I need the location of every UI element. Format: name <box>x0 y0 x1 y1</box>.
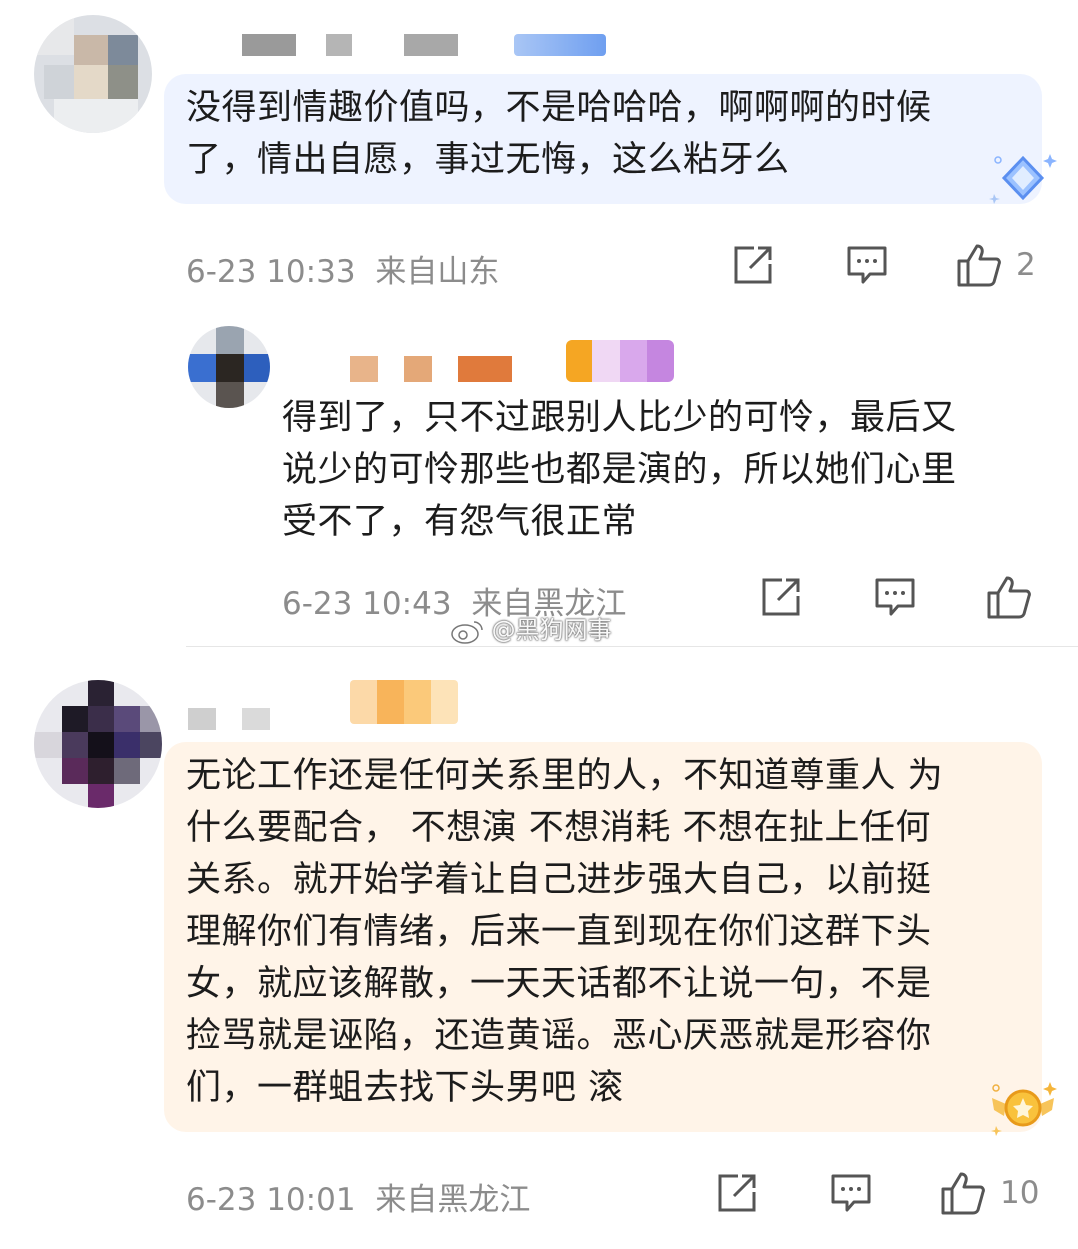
share-button[interactable] <box>760 576 802 618</box>
comment-text: 无论工作还是任何关系里的人，不知道尊重人 为 什么要配合， 不想演 不想消耗 不… <box>186 756 944 1108</box>
like-count: 2 <box>1016 247 1036 283</box>
share-icon <box>718 1174 756 1212</box>
share-icon <box>734 246 772 284</box>
divider <box>186 646 1078 647</box>
comment-location: 来自山东 <box>375 254 500 290</box>
comment-icon <box>831 1174 871 1212</box>
comment-text: 得到了，只不过跟别人比少的可怜，最后又 说少的可怜那些也都是演的，所以她们心里 … <box>282 398 957 542</box>
watermark: @黑狗网事 <box>450 610 612 645</box>
diamond-badge-icon <box>989 154 1057 204</box>
comment-button[interactable] <box>846 244 888 286</box>
comment-icon <box>875 578 915 616</box>
comment-time: 6-23 10:33 <box>186 254 356 290</box>
avatar[interactable] <box>34 680 162 808</box>
thumbs-up-icon <box>987 576 1031 619</box>
avatar[interactable] <box>34 15 152 133</box>
comment-location: 来自黑龙江 <box>375 1182 531 1218</box>
comment-icon <box>847 246 887 284</box>
like-count: 10 <box>1000 1175 1040 1211</box>
thumbs-up-icon <box>941 1172 985 1215</box>
comment-time: 6-23 10:43 <box>282 586 452 622</box>
watermark-text: @黑狗网事 <box>491 616 612 644</box>
share-icon <box>762 578 800 616</box>
comment-button[interactable] <box>830 1172 872 1214</box>
share-button[interactable] <box>716 1172 758 1214</box>
comment-button[interactable] <box>874 576 916 618</box>
comment-meta: 6-23 10:33 来自山东 <box>186 246 499 291</box>
share-button[interactable] <box>732 244 774 286</box>
thumbs-up-icon <box>957 244 1001 287</box>
comment-time: 6-23 10:01 <box>186 1182 356 1218</box>
weibo-logo-icon <box>451 621 483 644</box>
comment-meta: 6-23 10:01 来自黑龙江 <box>186 1174 530 1219</box>
like-button[interactable] <box>986 574 1046 620</box>
crown-badge-icon <box>991 1082 1057 1136</box>
like-button[interactable]: 2 <box>956 242 1036 288</box>
avatar[interactable] <box>188 326 270 408</box>
like-button[interactable]: 10 <box>940 1170 1039 1216</box>
comment-text: 没得到情趣价值吗，不是哈哈哈，啊啊啊的时候 了，情出自愿，事过无悔，这么粘牙么 <box>186 88 932 180</box>
